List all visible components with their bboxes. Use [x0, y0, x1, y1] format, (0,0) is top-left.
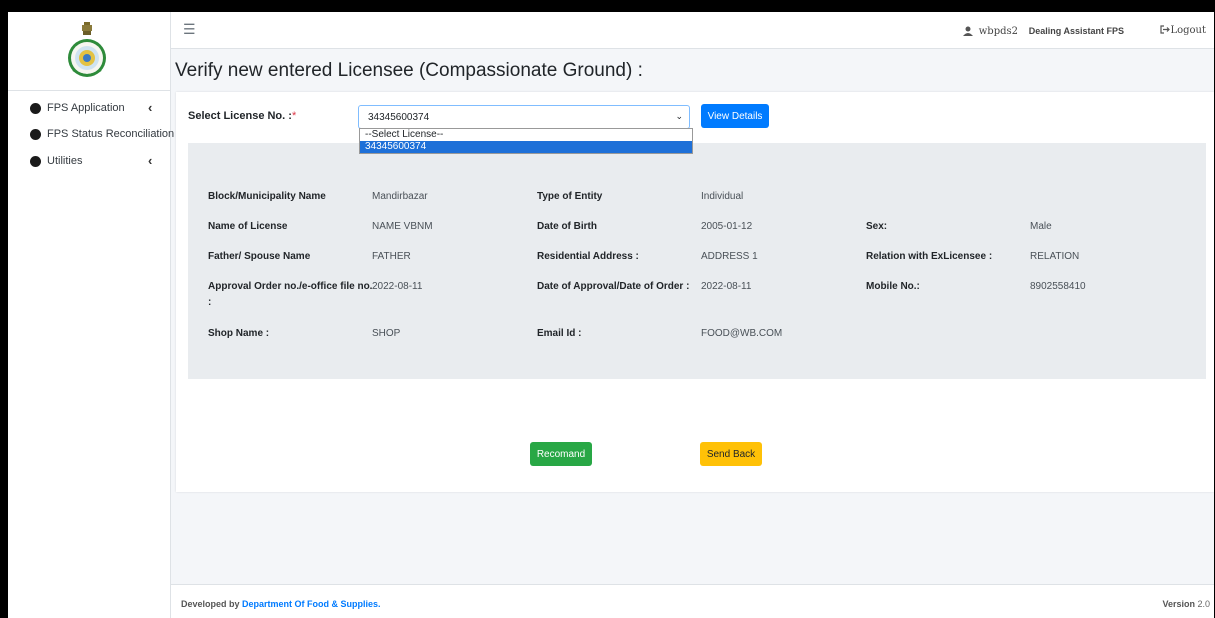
footer: Developed by Department Of Food & Suppli… — [171, 584, 1214, 618]
sidebar-item-utilities[interactable]: Utilities ‹ — [8, 151, 170, 173]
entity-label: Type of Entity — [537, 191, 603, 202]
top-navbar: ☰ wbpds2 Dealing Assistant FPS Logout — [171, 12, 1214, 49]
sidebar-item-label: FPS Application — [47, 102, 125, 114]
entity-value: Individual — [701, 191, 744, 202]
select-license-label: Select License No. :* — [188, 110, 297, 122]
circle-icon — [30, 156, 41, 167]
username: wbpds2 — [978, 26, 1019, 37]
chevron-left-icon: ‹ — [148, 153, 153, 168]
logo-area — [8, 12, 170, 91]
approval-order-label: Approval Order no./e-office file no. — [208, 281, 373, 292]
name-value: NAME VBNM — [372, 221, 433, 232]
department-link[interactable]: Department Of Food & Supplies. — [242, 599, 381, 609]
logout-label: Logout — [1170, 25, 1206, 36]
relation-label: Relation with ExLicensee : — [866, 251, 993, 262]
circle-icon — [30, 103, 41, 114]
government-emblem-logo — [68, 22, 106, 77]
dropdown-option[interactable]: --Select License-- — [360, 129, 692, 141]
sidebar: FPS Application ‹ FPS Status Reconciliat… — [8, 12, 174, 618]
logout-link[interactable]: Logout — [1160, 25, 1206, 36]
sidebar-item-label: FPS Status Reconciliation — [47, 128, 175, 140]
version-info: Version 2.0 — [1162, 599, 1210, 609]
sex-value: Male — [1030, 221, 1052, 232]
send-back-button[interactable]: Send Back — [700, 442, 762, 466]
user-role: Dealing Assistant FPS — [1028, 26, 1124, 36]
license-select-value: 34345600374 — [368, 112, 430, 123]
sign-out-icon — [1160, 25, 1171, 34]
chevron-left-icon: ‹ — [148, 100, 153, 115]
block-value: Mandirbazar — [372, 191, 428, 202]
address-value: ADDRESS 1 — [701, 251, 758, 262]
approval-date-label: Date of Approval/Date of Order : — [537, 281, 690, 292]
user-info: wbpds2 Dealing Assistant FPS — [962, 26, 1124, 37]
dropdown-option-selected[interactable]: 34345600374 — [360, 141, 692, 153]
app-window: FPS Application ‹ FPS Status Reconciliat… — [8, 12, 1214, 618]
mobile-value: 8902558410 — [1030, 281, 1086, 292]
circle-icon — [30, 129, 41, 140]
view-details-button[interactable]: View Details — [701, 104, 769, 128]
recommend-button[interactable]: Recomand — [530, 442, 592, 466]
sidebar-item-label: Utilities — [47, 155, 83, 167]
email-label: Email Id : — [537, 328, 582, 339]
sidebar-item-fps-status-reconciliation[interactable]: FPS Status Reconciliation — [8, 124, 174, 146]
sidebar-item-fps-application[interactable]: FPS Application ‹ — [8, 98, 170, 120]
relation-value: RELATION — [1030, 251, 1080, 262]
sex-label: Sex: — [866, 221, 888, 232]
licensee-details-panel: Block/Municipality Name Mandirbazar Type… — [188, 143, 1206, 379]
footer-credit: Developed by Department Of Food & Suppli… — [181, 599, 381, 609]
user-icon — [962, 26, 973, 36]
hamburger-menu-icon[interactable]: ☰ — [183, 21, 196, 38]
mobile-label: Mobile No.: — [866, 281, 920, 292]
address-label: Residential Address : — [537, 251, 639, 262]
father-label: Father/ Spouse Name — [208, 251, 311, 262]
approval-order-label-colon: : — [208, 297, 212, 308]
version-number: 2.0 — [1197, 599, 1210, 609]
name-label: Name of License — [208, 221, 288, 232]
dob-value: 2005-01-12 — [701, 221, 753, 232]
father-value: FATHER — [372, 251, 411, 262]
dob-label: Date of Birth — [537, 221, 597, 232]
shop-label: Shop Name : — [208, 328, 270, 339]
license-select[interactable]: 34345600374 ⌄ — [358, 105, 690, 129]
verify-licensee-card: Select License No. :* 34345600374 ⌄ --Se… — [176, 92, 1214, 492]
email-value: FOOD@WB.COM — [701, 328, 783, 339]
required-marker: * — [291, 110, 297, 122]
chevron-down-icon: ⌄ — [675, 111, 683, 121]
license-dropdown-list: --Select License-- 34345600374 — [359, 128, 693, 154]
approval-order-value: 2022-08-11 — [372, 281, 423, 292]
approval-date-value: 2022-08-11 — [701, 281, 752, 292]
shop-value: SHOP — [372, 328, 401, 339]
block-label: Block/Municipality Name — [208, 191, 326, 202]
page-title: Verify new entered Licensee (Compassiona… — [175, 60, 643, 81]
